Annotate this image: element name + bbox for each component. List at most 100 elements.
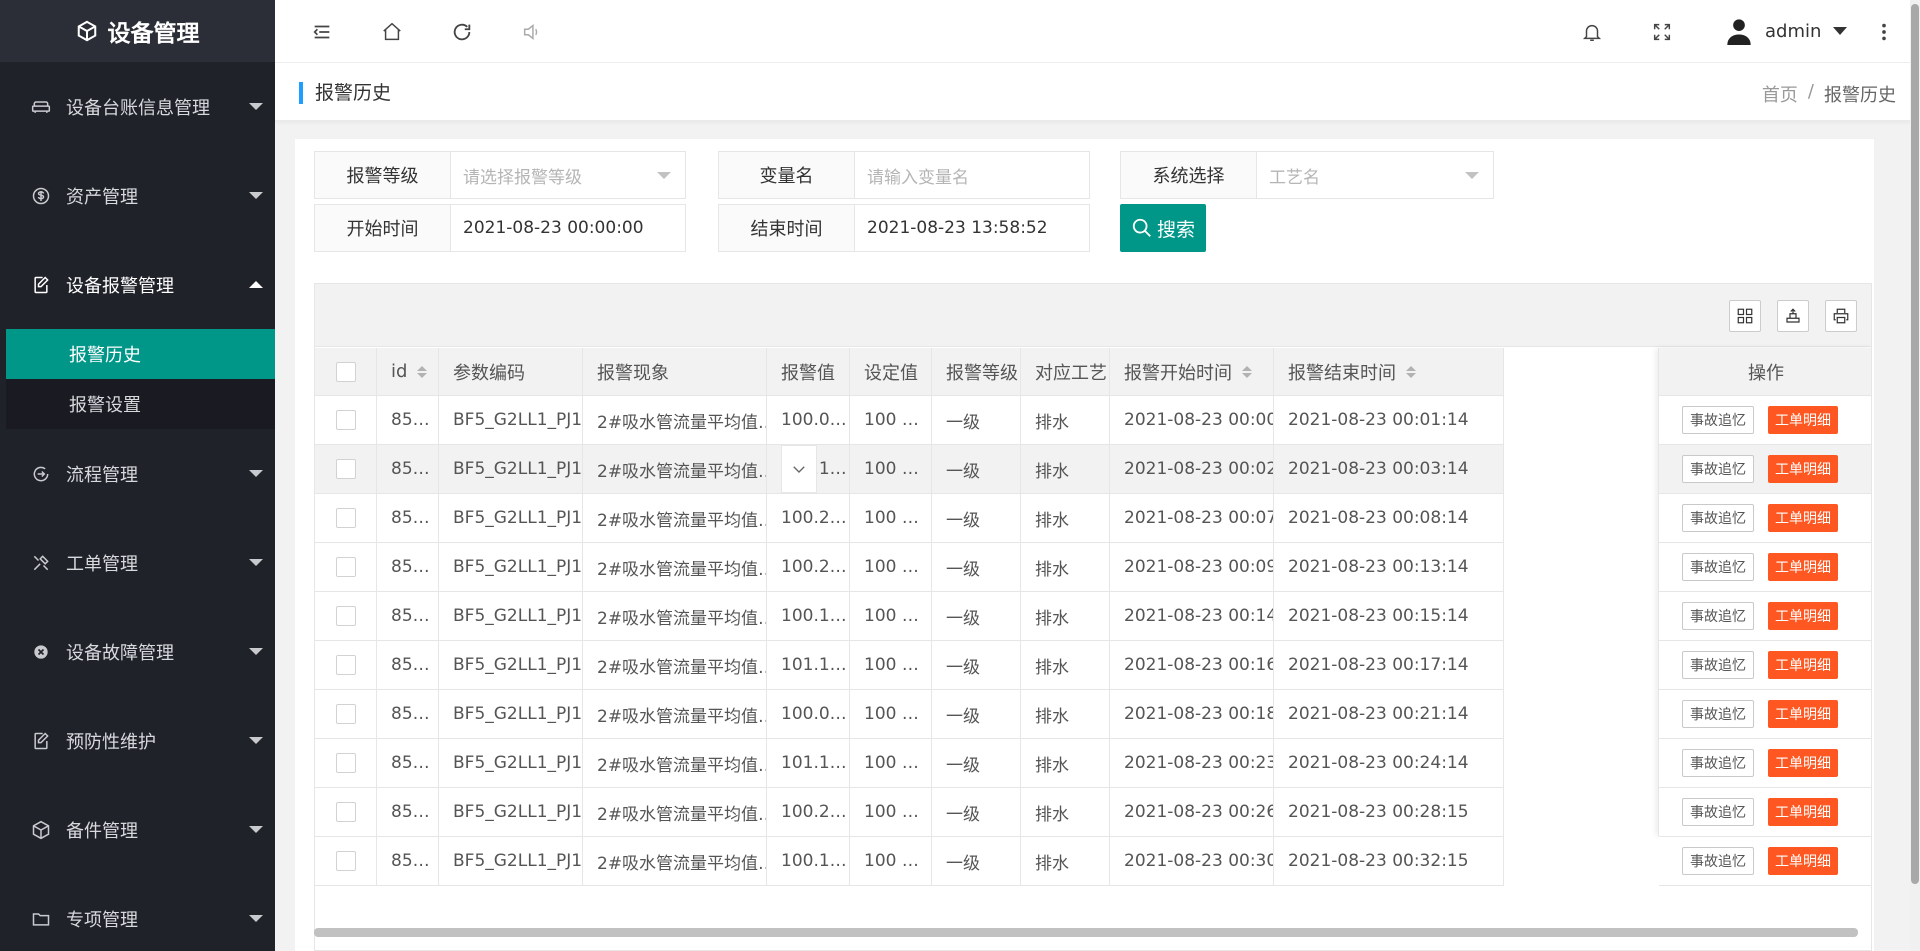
home-icon[interactable] bbox=[380, 20, 404, 44]
work-order-button[interactable]: 工单明细 bbox=[1768, 406, 1838, 434]
sort-asc-icon[interactable] bbox=[1406, 365, 1416, 371]
table-row[interactable]: 85…BF5_G2LL1_PJ12#吸水管流量平均值…100.1…100 …一级… bbox=[315, 837, 1504, 886]
row-select-cell[interactable] bbox=[315, 494, 377, 542]
trace-button[interactable]: 事故追忆 bbox=[1682, 504, 1754, 532]
app-logo[interactable]: 设备管理 bbox=[0, 0, 275, 62]
var-name-field[interactable]: 变量名 请输入变量名 bbox=[718, 151, 1090, 199]
work-order-button[interactable]: 工单明细 bbox=[1768, 847, 1838, 875]
sort-icon[interactable] bbox=[1242, 365, 1252, 378]
trace-button[interactable]: 事故追忆 bbox=[1682, 847, 1754, 875]
table-row[interactable]: 85… BF5_G2LL1_PJ1 2#吸水管流量平均值… 100.0… 100 … 一级… bbox=[315, 396, 1504, 445]
table-row[interactable]: 85… BF5_G2LL1_PJ1 2#吸水管流量平均值… 101.1… 100 … 一级… bbox=[315, 739, 1504, 788]
row-checkbox[interactable] bbox=[335, 753, 356, 773]
table-row[interactable]: 85… BF5_G2LL1_PJ1 2#吸水管流量平均值… 100.2… 100 … 一级… bbox=[315, 494, 1504, 543]
refresh-icon[interactable] bbox=[450, 20, 474, 44]
cell-expand-button[interactable] bbox=[781, 445, 817, 493]
sidebar-item-fault[interactable]: 设备故障管理 bbox=[0, 607, 275, 696]
column-header[interactable]: id bbox=[377, 348, 439, 395]
trace-button[interactable]: 事故追忆 bbox=[1682, 749, 1754, 777]
row-checkbox[interactable] bbox=[335, 606, 356, 626]
end-time-field[interactable]: 结束时间 2021-08-23 13:58:52 bbox=[718, 204, 1090, 252]
bell-icon[interactable] bbox=[1580, 20, 1604, 44]
row-select-cell[interactable] bbox=[315, 641, 377, 689]
trace-button[interactable]: 事故追忆 bbox=[1682, 700, 1754, 728]
submenu-item-alarm-history[interactable]: 报警历史 bbox=[6, 329, 275, 379]
sort-desc-icon[interactable] bbox=[417, 372, 428, 378]
end-time-input[interactable]: 2021-08-23 13:58:52 bbox=[855, 205, 1089, 251]
trace-button[interactable]: 事故追忆 bbox=[1682, 455, 1754, 483]
trace-button[interactable]: 事故追忆 bbox=[1682, 651, 1754, 679]
start-time-input[interactable]: 2021-08-23 00:00:00 bbox=[451, 205, 685, 251]
sort-icon[interactable] bbox=[417, 365, 428, 378]
trace-button[interactable]: 事故追忆 bbox=[1682, 798, 1754, 826]
table-row[interactable]: 85… BF5_G2LL1_PJ1 2#吸水管流量平均值… 101.1… 100 … 一级… bbox=[315, 641, 1504, 690]
sort-icon[interactable] bbox=[1406, 365, 1416, 378]
header-select-all[interactable] bbox=[315, 348, 377, 395]
breadcrumb-home[interactable]: 首页 bbox=[1762, 81, 1798, 107]
row-checkbox[interactable] bbox=[335, 704, 356, 724]
row-select-cell[interactable] bbox=[315, 739, 377, 787]
user-menu[interactable]: admin bbox=[1725, 16, 1848, 46]
sidebar-item-flow[interactable]: 流程管理 bbox=[0, 429, 275, 518]
trace-button[interactable]: 事故追忆 bbox=[1682, 406, 1754, 434]
row-select-cell[interactable] bbox=[315, 445, 377, 493]
submenu-item-alarm-settings[interactable]: 报警设置 bbox=[6, 379, 275, 429]
alarm-level-select[interactable]: 报警等级 请选择报警等级 bbox=[314, 151, 686, 199]
sidebar-item-preventive[interactable]: 预防性维护 bbox=[0, 696, 275, 785]
sort-asc-icon[interactable] bbox=[1242, 365, 1252, 371]
sort-desc-icon[interactable] bbox=[1242, 372, 1252, 378]
work-order-button[interactable]: 工单明细 bbox=[1768, 553, 1838, 581]
table-row[interactable]: 85… BF5_G2LL1_PJ1 2#吸水管流量平均值… 100.2… 100 … 一级… bbox=[315, 788, 1504, 837]
columns-filter-button[interactable] bbox=[1729, 300, 1761, 332]
sidebar-item-workorder[interactable]: 工单管理 bbox=[0, 518, 275, 607]
sort-asc-icon[interactable] bbox=[417, 365, 428, 371]
sidebar-item-spares[interactable]: 备件管理 bbox=[0, 785, 275, 874]
search-button[interactable]: 搜索 bbox=[1120, 204, 1206, 252]
var-name-input[interactable]: 请输入变量名 bbox=[855, 152, 1089, 198]
system-value[interactable]: 工艺名 bbox=[1257, 152, 1493, 198]
row-select-cell[interactable] bbox=[315, 690, 377, 738]
row-select-cell[interactable] bbox=[315, 837, 377, 885]
table-row[interactable]: 85… BF5_G2LL1_PJ1 2#吸水管流量平均值… 100.2… 100 … 一级… bbox=[315, 543, 1504, 592]
trace-button[interactable]: 事故追忆 bbox=[1682, 602, 1754, 630]
select-all-checkbox[interactable] bbox=[335, 361, 356, 382]
table-row[interactable]: 85…BF5_G2LL1_PJ12#吸水管流量平均值…100.1…100 …一级… bbox=[315, 445, 1504, 494]
sidebar-item-alarm[interactable]: 设备报警管理 bbox=[0, 240, 275, 329]
row-checkbox[interactable] bbox=[335, 851, 356, 871]
column-header[interactable]: 报警结束时间 bbox=[1274, 348, 1504, 395]
sidebar-item-special[interactable]: 专项管理 bbox=[0, 874, 275, 951]
start-time-field[interactable]: 开始时间 2021-08-23 00:00:00 bbox=[314, 204, 686, 252]
row-checkbox[interactable] bbox=[335, 557, 356, 577]
work-order-button[interactable]: 工单明细 bbox=[1768, 798, 1838, 826]
speaker-icon[interactable] bbox=[520, 20, 544, 44]
row-select-cell[interactable] bbox=[315, 396, 377, 444]
table-row[interactable]: 85… BF5_G2LL1_PJ1 2#吸水管流量平均值… 100.0… 100 … 一级… bbox=[315, 690, 1504, 739]
fullscreen-icon[interactable] bbox=[1650, 20, 1674, 44]
work-order-button[interactable]: 工单明细 bbox=[1768, 749, 1838, 777]
alarm-level-value[interactable]: 请选择报警等级 bbox=[451, 152, 685, 198]
sidebar-item-assets[interactable]: 资产管理 bbox=[0, 151, 275, 240]
work-order-button[interactable]: 工单明细 bbox=[1768, 455, 1838, 483]
horizontal-scrollbar[interactable] bbox=[314, 928, 1858, 937]
row-checkbox[interactable] bbox=[335, 410, 356, 430]
menu-fold-icon[interactable] bbox=[310, 20, 334, 44]
column-header[interactable]: 报警开始时间 bbox=[1110, 348, 1274, 395]
work-order-button[interactable]: 工单明细 bbox=[1768, 700, 1838, 728]
work-order-button[interactable]: 工单明细 bbox=[1768, 504, 1838, 532]
vertical-scroll-thumb[interactable] bbox=[1911, 4, 1919, 884]
row-checkbox[interactable] bbox=[335, 459, 356, 479]
row-checkbox[interactable] bbox=[335, 508, 356, 528]
table-row[interactable]: 85…BF5_G2LL1_PJ12#吸水管流量平均值…100.1…100 …一级… bbox=[315, 592, 1504, 641]
system-select[interactable]: 系统选择 工艺名 bbox=[1120, 151, 1494, 199]
export-button[interactable] bbox=[1777, 300, 1809, 332]
print-button[interactable] bbox=[1825, 300, 1857, 332]
work-order-button[interactable]: 工单明细 bbox=[1768, 602, 1838, 630]
more-vertical-icon[interactable] bbox=[1872, 20, 1896, 44]
sort-desc-icon[interactable] bbox=[1406, 372, 1416, 378]
row-select-cell[interactable] bbox=[315, 788, 377, 836]
row-checkbox[interactable] bbox=[335, 802, 356, 822]
row-select-cell[interactable] bbox=[315, 543, 377, 591]
vertical-scrollbar[interactable] bbox=[1910, 0, 1920, 951]
sidebar-item-ledger[interactable]: 设备台账信息管理 bbox=[0, 62, 275, 151]
row-checkbox[interactable] bbox=[335, 655, 356, 675]
